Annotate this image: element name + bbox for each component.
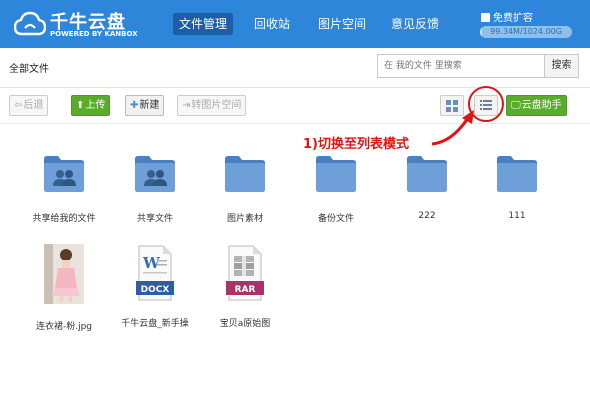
breadcrumb-bar: 全部文件 搜索: [0, 48, 590, 88]
file-item[interactable]: 备份文件: [294, 151, 378, 241]
annotation-arrow-icon: [431, 110, 474, 146]
free-upgrade-link[interactable]: 免费扩容: [481, 9, 533, 24]
file-name: 222: [418, 211, 436, 221]
cloud-logo-icon: [14, 11, 46, 36]
upload-button[interactable]: ⬆上传: [71, 95, 111, 116]
file-name: 连衣裙-粉.jpg: [35, 322, 93, 332]
back-label: 后退: [23, 100, 44, 111]
plus-icon: ✚: [130, 100, 139, 111]
upload-label: 上传: [85, 100, 106, 111]
file-name: 共享文件: [136, 214, 173, 224]
app-logo[interactable]: 千牛云盘 POWERED BY KANBOX: [14, 7, 138, 41]
cloud-assistant-label: 云盘助手: [521, 100, 562, 111]
tab-feedback[interactable]: 意见反馈: [385, 13, 445, 35]
file-item[interactable]: W DOCX 千牛云盘_新手操: [113, 244, 197, 334]
file-item[interactable]: 共享给我的文件: [22, 151, 106, 241]
new-button[interactable]: ✚新建: [125, 95, 165, 116]
file-item[interactable]: 111: [475, 151, 559, 241]
shared-folder-icon: [42, 151, 86, 193]
storage-quota-text: 99.34M/1024.00G: [490, 27, 562, 36]
folder-icon: [495, 151, 539, 193]
file-name: 千牛云盘_新手操: [121, 319, 189, 329]
app-subtitle: POWERED BY KANBOX: [50, 30, 138, 38]
move-to-image-space-button[interactable]: ⇥转图片空间: [177, 95, 247, 116]
file-item[interactable]: 连衣裙-粉.jpg: [22, 244, 106, 334]
move-to-icon: ⇥: [182, 100, 191, 111]
folder-icon: [314, 151, 358, 193]
shared-folder-icon: [133, 151, 177, 193]
folder-icon: [223, 151, 267, 193]
move-to-image-space-label: 转图片空间: [191, 100, 242, 111]
back-arrow-icon: ⇦: [14, 100, 23, 111]
file-item[interactable]: RAR 宝贝a原始图: [203, 244, 287, 334]
annotation-text: 1)切换至列表模式: [303, 137, 409, 152]
file-name: 111: [508, 211, 526, 221]
upload-arrow-icon: ⬆: [76, 100, 85, 111]
tab-recycle-bin[interactable]: 回收站: [248, 13, 296, 35]
image-thumbnail: [44, 244, 84, 304]
new-label: 新建: [139, 100, 160, 111]
tab-image-space[interactable]: 图片空间: [312, 13, 372, 35]
folder-icon: [405, 151, 449, 193]
top-header: 千牛云盘 POWERED BY KANBOX 文件管理 回收站 图片空间 意见反…: [0, 0, 590, 48]
file-item[interactable]: 图片素材: [203, 151, 287, 241]
svg-text:W: W: [142, 254, 161, 272]
docx-file-icon: W DOCX: [135, 244, 175, 302]
cloud-assistant-button[interactable]: 🖵云盘助手: [506, 95, 567, 116]
file-name: 备份文件: [317, 214, 354, 224]
file-name: 宝贝a原始图: [219, 319, 271, 329]
rar-file-icon: RAR: [225, 244, 265, 302]
file-item[interactable]: 222: [385, 151, 469, 241]
search-button[interactable]: 搜索: [545, 54, 579, 78]
tab-file-management[interactable]: 文件管理: [173, 13, 234, 35]
storage-quota-bar: 99.34M/1024.00G: [480, 26, 572, 38]
file-item[interactable]: 共享文件: [113, 151, 197, 241]
search-input[interactable]: [377, 54, 545, 78]
file-type-badge: RAR: [235, 285, 256, 295]
box-icon: [481, 13, 490, 22]
file-name: 图片素材: [226, 214, 263, 224]
file-name: 共享给我的文件: [32, 214, 96, 224]
free-upgrade-label: 免费扩容: [493, 13, 533, 24]
file-type-badge: DOCX: [141, 285, 170, 295]
back-button[interactable]: ⇦后退: [9, 95, 49, 116]
monitor-icon: 🖵: [511, 100, 521, 111]
breadcrumb[interactable]: 全部文件: [9, 60, 49, 75]
